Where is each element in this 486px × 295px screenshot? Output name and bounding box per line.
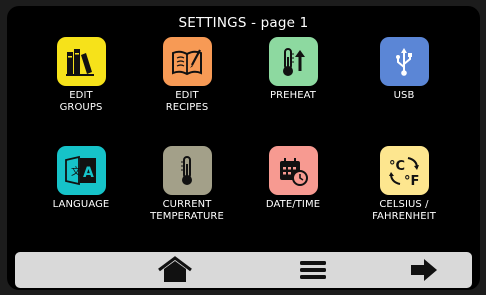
tile-language[interactable]: 文 A LANGUAGE (36, 146, 126, 211)
celsius-fahrenheit-icon: °C °F (379, 146, 429, 195)
tile-date-time[interactable]: DATE/TIME (248, 146, 338, 211)
tile-label: DATE/TIME (265, 199, 321, 210)
svg-text:°C: °C (389, 159, 405, 174)
svg-text:文: 文 (71, 165, 81, 178)
thermometer-icon (162, 146, 212, 195)
next-page-button[interactable] (404, 255, 444, 285)
arrow-right-icon (411, 259, 437, 281)
tile-celsius-fahrenheit[interactable]: °C °F CELSIUS / FAHRENHEIT (359, 146, 449, 223)
tile-label: EDIT GROUPS (59, 90, 103, 113)
recipe-book-icon (162, 37, 212, 86)
calendar-clock-icon (268, 146, 318, 195)
tile-label: LANGUAGE (52, 199, 110, 210)
svg-text:°F: °F (404, 174, 419, 189)
menu-icon (300, 261, 326, 279)
usb-icon (379, 37, 429, 86)
tile-edit-groups[interactable]: EDIT GROUPS (36, 37, 126, 114)
language-icon: 文 A (56, 146, 106, 195)
tile-label: PREHEAT (269, 90, 316, 101)
books-icon (56, 37, 106, 86)
tile-label: EDIT RECIPES (165, 90, 209, 113)
home-icon (158, 256, 192, 282)
tile-label: CELSIUS / FAHRENHEIT (372, 199, 436, 222)
menu-button[interactable] (293, 255, 333, 285)
svg-text:A: A (83, 165, 94, 181)
home-button[interactable] (155, 255, 195, 285)
tile-label: CURRENT TEMPERATURE (150, 199, 224, 222)
bottom-navbar (15, 252, 472, 288)
tile-usb[interactable]: USB (359, 37, 449, 102)
settings-screen: SETTINGS - page 1 EDIT GROUPS EDIT RECIP… (7, 6, 480, 290)
tile-preheat[interactable]: PREHEAT (248, 37, 338, 102)
tile-edit-recipes[interactable]: EDIT RECIPES (142, 37, 232, 114)
thermometer-up-icon (268, 37, 318, 86)
page-title: SETTINGS - page 1 (178, 15, 309, 31)
tile-current-temperature[interactable]: CURRENT TEMPERATURE (142, 146, 232, 223)
tile-label: USB (393, 90, 415, 101)
